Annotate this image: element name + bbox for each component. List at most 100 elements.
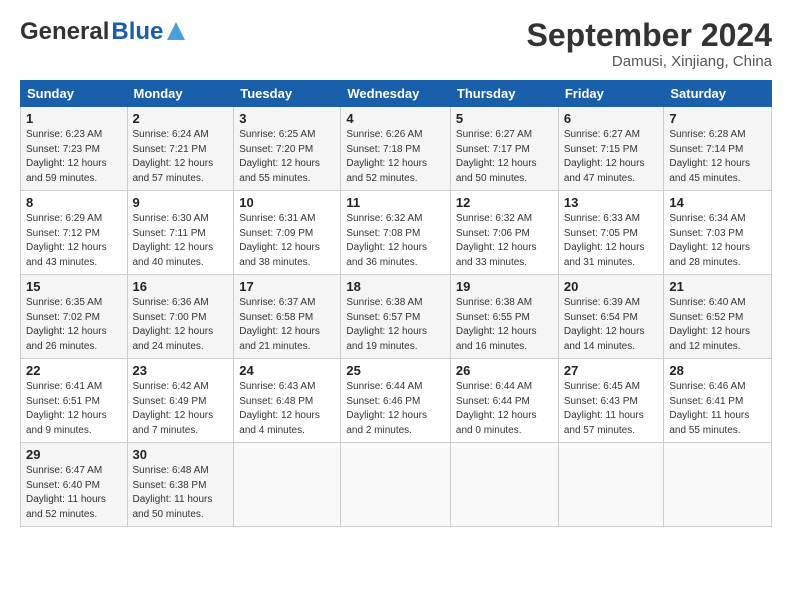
day-number: 22 (26, 363, 122, 378)
day-info: Sunrise: 6:44 AMSunset: 6:44 PMDaylight:… (456, 380, 553, 438)
header-sunday: Sunday (21, 81, 128, 107)
calendar-cell: 22 Sunrise: 6:41 AMSunset: 6:51 PMDayligh… (21, 359, 128, 443)
day-number: 25 (346, 363, 445, 378)
calendar-cell: 6 Sunrise: 6:27 AMSunset: 7:15 PMDaylight… (558, 107, 664, 191)
calendar-cell (450, 443, 558, 527)
calendar-cell: 27 Sunrise: 6:45 AMSunset: 6:43 PMDayligh… (558, 359, 664, 443)
header-saturday: Saturday (664, 81, 772, 107)
calendar-cell: 4Sunrise: 6:26 AMSunset: 7:18 PMDaylight… (341, 107, 451, 191)
day-number: 15 (26, 279, 122, 294)
day-number: 26 (456, 363, 553, 378)
calendar-cell: 2 Sunrise: 6:24 AMSunset: 7:21 PMDaylight… (127, 107, 234, 191)
day-info: Sunrise: 6:23 AMSunset: 7:23 PMDaylight:… (26, 128, 122, 186)
week-row-3: 15Sunrise: 6:35 AMSunset: 7:02 PMDayligh… (21, 275, 772, 359)
header-tuesday: Tuesday (234, 81, 341, 107)
calendar-cell: 10Sunrise: 6:31 AMSunset: 7:09 PMDayligh… (234, 191, 341, 275)
day-info: Sunrise: 6:34 AMSunset: 7:03 PMDaylight:… (669, 212, 766, 270)
header-thursday: Thursday (450, 81, 558, 107)
calendar-cell (664, 443, 772, 527)
calendar-header-row: SundayMondayTuesdayWednesdayThursdayFrid… (21, 81, 772, 107)
day-number: 23 (133, 363, 229, 378)
day-info: Sunrise: 6:28 AMSunset: 7:14 PMDaylight:… (669, 128, 766, 186)
calendar-cell: 30 Sunrise: 6:48 AMSunset: 6:38 PMDayligh… (127, 443, 234, 527)
week-row-1: 1 Sunrise: 6:23 AMSunset: 7:23 PMDaylight… (21, 107, 772, 191)
day-info: Sunrise: 6:40 AMSunset: 6:52 PMDaylight:… (669, 296, 766, 354)
day-info: Sunrise: 6:33 AMSunset: 7:05 PMDaylight:… (564, 212, 659, 270)
day-number: 24 (239, 363, 335, 378)
week-row-2: 8Sunrise: 6:29 AMSunset: 7:12 PMDaylight… (21, 191, 772, 275)
day-number: 3 (239, 111, 335, 126)
calendar-cell: 7 Sunrise: 6:28 AMSunset: 7:14 PMDaylight… (664, 107, 772, 191)
calendar-cell (341, 443, 451, 527)
calendar-cell: 12 Sunrise: 6:32 AMSunset: 7:06 PMDayligh… (450, 191, 558, 275)
day-info: Sunrise: 6:42 AMSunset: 6:49 PMDaylight:… (133, 380, 229, 438)
day-number: 29 (26, 447, 122, 462)
day-info: Sunrise: 6:48 AMSunset: 6:38 PMDaylight:… (133, 464, 229, 522)
location: Damusi, Xinjiang, China (527, 53, 772, 70)
calendar-cell: 17Sunrise: 6:37 AMSunset: 6:58 PMDayligh… (234, 275, 341, 359)
calendar-cell: 21 Sunrise: 6:40 AMSunset: 6:52 PMDayligh… (664, 275, 772, 359)
day-info: Sunrise: 6:39 AMSunset: 6:54 PMDaylight:… (564, 296, 659, 354)
calendar-cell: 18Sunrise: 6:38 AMSunset: 6:57 PMDayligh… (341, 275, 451, 359)
day-info: Sunrise: 6:32 AMSunset: 7:06 PMDaylight:… (456, 212, 553, 270)
day-number: 13 (564, 195, 659, 210)
day-info: Sunrise: 6:27 AMSunset: 7:15 PMDaylight:… (564, 128, 659, 186)
day-number: 21 (669, 279, 766, 294)
calendar-cell: 26 Sunrise: 6:44 AMSunset: 6:44 PMDayligh… (450, 359, 558, 443)
calendar-cell: 3 Sunrise: 6:25 AMSunset: 7:20 PMDaylight… (234, 107, 341, 191)
title-block: September 2024 Damusi, Xinjiang, China (527, 18, 772, 70)
day-number: 30 (133, 447, 229, 462)
day-number: 19 (456, 279, 553, 294)
logo-general: General (20, 18, 109, 46)
week-row-4: 22 Sunrise: 6:41 AMSunset: 6:51 PMDayligh… (21, 359, 772, 443)
day-info: Sunrise: 6:46 AMSunset: 6:41 PMDaylight:… (669, 380, 766, 438)
day-info: Sunrise: 6:24 AMSunset: 7:21 PMDaylight:… (133, 128, 229, 186)
day-number: 1 (26, 111, 122, 126)
day-info: Sunrise: 6:30 AMSunset: 7:11 PMDaylight:… (133, 212, 229, 270)
day-info: Sunrise: 6:38 AMSunset: 6:55 PMDaylight:… (456, 296, 553, 354)
calendar-cell: 19 Sunrise: 6:38 AMSunset: 6:55 PMDayligh… (450, 275, 558, 359)
day-number: 28 (669, 363, 766, 378)
calendar-cell: 29Sunrise: 6:47 AMSunset: 6:40 PMDayligh… (21, 443, 128, 527)
day-number: 6 (564, 111, 659, 126)
day-info: Sunrise: 6:36 AMSunset: 7:00 PMDaylight:… (133, 296, 229, 354)
logo-arrow-icon (167, 22, 185, 40)
day-info: Sunrise: 6:45 AMSunset: 6:43 PMDaylight:… (564, 380, 659, 438)
page: General Blue September 2024 Damusi, Xinj… (0, 0, 792, 537)
day-number: 20 (564, 279, 659, 294)
day-info: Sunrise: 6:41 AMSunset: 6:51 PMDaylight:… (26, 380, 122, 438)
day-info: Sunrise: 6:26 AMSunset: 7:18 PMDaylight:… (346, 128, 445, 186)
logo-blue: Blue (111, 18, 163, 46)
calendar-cell: 5 Sunrise: 6:27 AMSunset: 7:17 PMDaylight… (450, 107, 558, 191)
calendar-cell: 24 Sunrise: 6:43 AMSunset: 6:48 PMDayligh… (234, 359, 341, 443)
day-number: 14 (669, 195, 766, 210)
day-number: 5 (456, 111, 553, 126)
day-number: 12 (456, 195, 553, 210)
day-info: Sunrise: 6:27 AMSunset: 7:17 PMDaylight:… (456, 128, 553, 186)
calendar-cell: 20 Sunrise: 6:39 AMSunset: 6:54 PMDayligh… (558, 275, 664, 359)
calendar-cell: 15Sunrise: 6:35 AMSunset: 7:02 PMDayligh… (21, 275, 128, 359)
day-number: 27 (564, 363, 659, 378)
day-number: 8 (26, 195, 122, 210)
calendar-cell: 13 Sunrise: 6:33 AMSunset: 7:05 PMDayligh… (558, 191, 664, 275)
header: General Blue September 2024 Damusi, Xinj… (20, 18, 772, 70)
header-friday: Friday (558, 81, 664, 107)
day-number: 7 (669, 111, 766, 126)
calendar-cell: 11 Sunrise: 6:32 AMSunset: 7:08 PMDayligh… (341, 191, 451, 275)
day-info: Sunrise: 6:32 AMSunset: 7:08 PMDaylight:… (346, 212, 445, 270)
day-info: Sunrise: 6:44 AMSunset: 6:46 PMDaylight:… (346, 380, 445, 438)
calendar-cell (234, 443, 341, 527)
day-info: Sunrise: 6:31 AMSunset: 7:09 PMDaylight:… (239, 212, 335, 270)
day-number: 11 (346, 195, 445, 210)
header-monday: Monday (127, 81, 234, 107)
header-wednesday: Wednesday (341, 81, 451, 107)
calendar-table: SundayMondayTuesdayWednesdayThursdayFrid… (20, 80, 772, 527)
calendar-cell: 9Sunrise: 6:30 AMSunset: 7:11 PMDaylight… (127, 191, 234, 275)
day-info: Sunrise: 6:37 AMSunset: 6:58 PMDaylight:… (239, 296, 335, 354)
calendar-cell: 14 Sunrise: 6:34 AMSunset: 7:03 PMDayligh… (664, 191, 772, 275)
day-info: Sunrise: 6:25 AMSunset: 7:20 PMDaylight:… (239, 128, 335, 186)
day-number: 2 (133, 111, 229, 126)
week-row-5: 29Sunrise: 6:47 AMSunset: 6:40 PMDayligh… (21, 443, 772, 527)
day-info: Sunrise: 6:43 AMSunset: 6:48 PMDaylight:… (239, 380, 335, 438)
logo: General Blue (20, 18, 185, 46)
